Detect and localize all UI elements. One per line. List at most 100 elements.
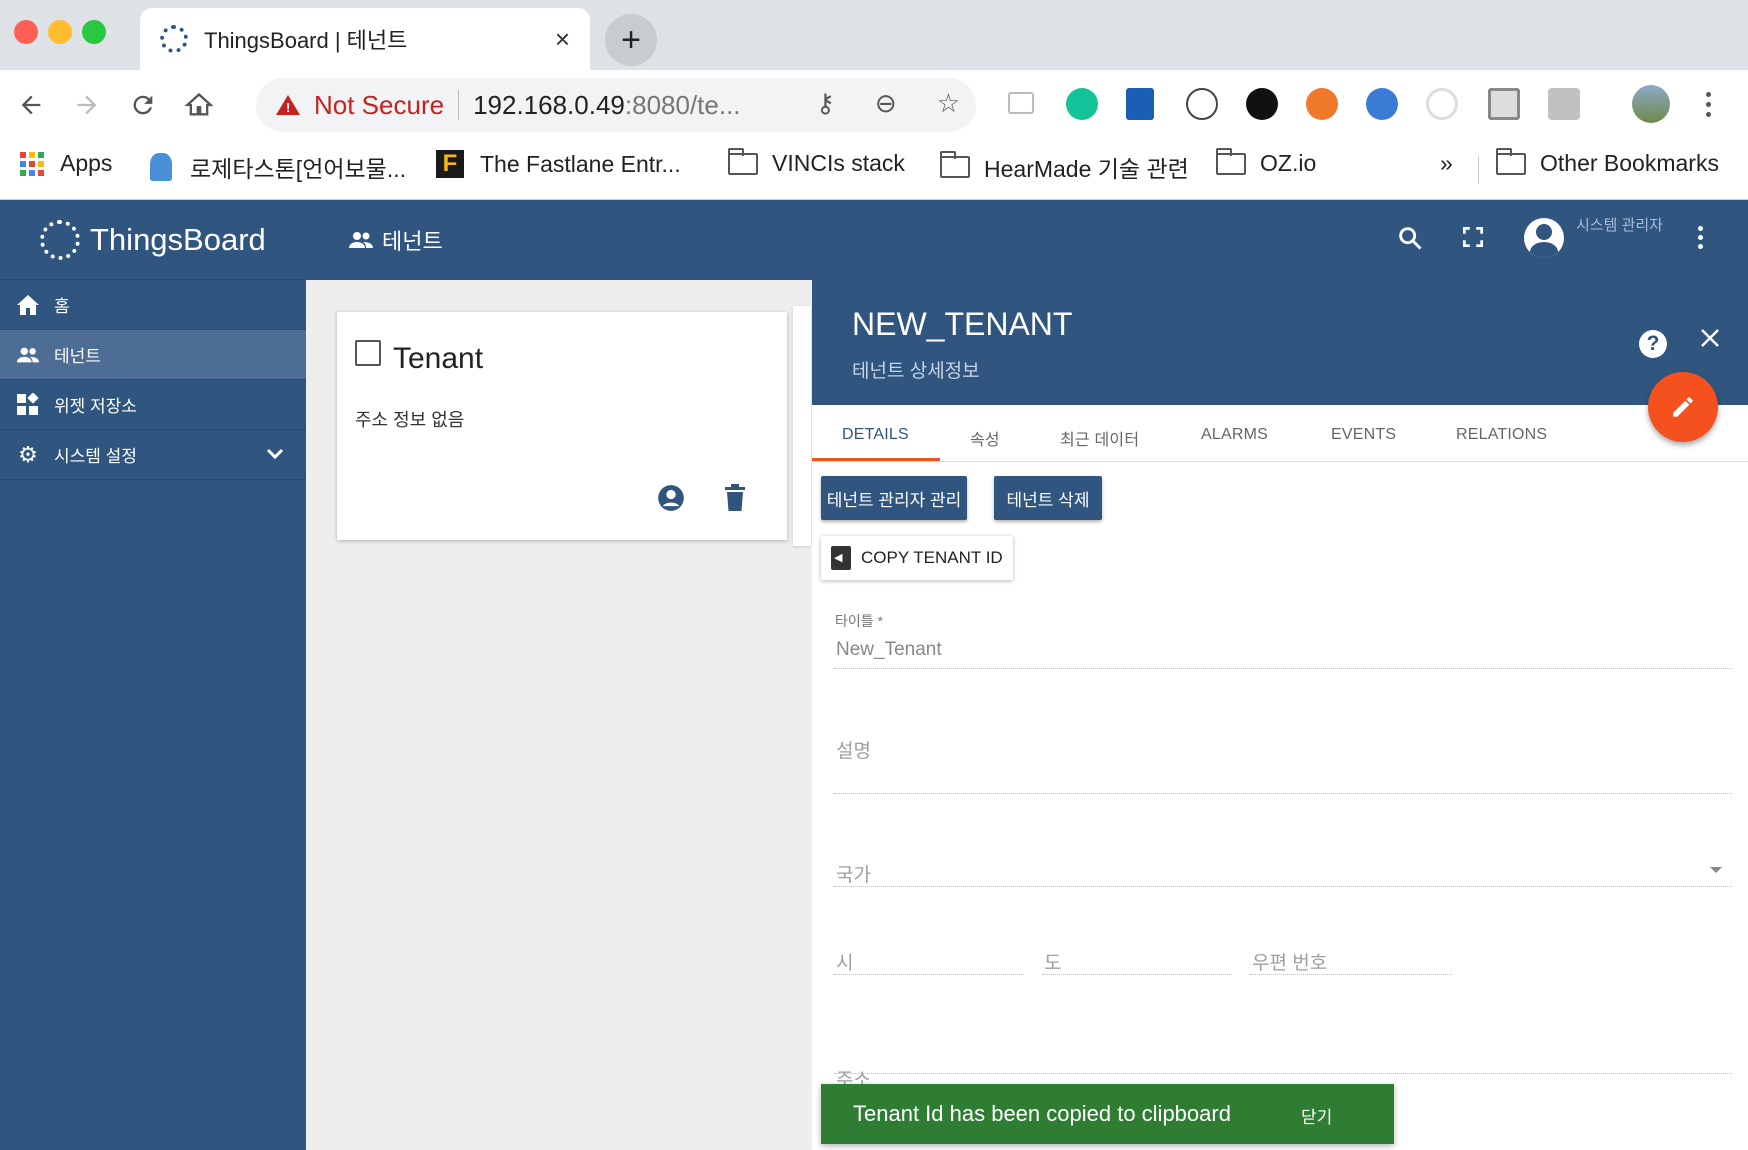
browser-tab-active[interactable]: ThingsBoard | 테넌트 ×	[140, 8, 590, 70]
profile-avatar[interactable]	[1632, 85, 1670, 123]
next-card-edge	[793, 306, 811, 546]
user-avatar-icon[interactable]	[1524, 218, 1564, 258]
bookmark-label: HearMade 기술 관련	[984, 156, 1189, 182]
bookmark-apps[interactable]: Apps	[20, 150, 112, 177]
manage-admins-icon[interactable]	[657, 484, 685, 517]
tab-relations[interactable]: RELATIONS	[1456, 426, 1547, 444]
bookmarks-overflow-button[interactable]: »	[1440, 150, 1453, 177]
state-field[interactable]	[1042, 940, 1232, 975]
thingsboard-favicon-icon	[160, 25, 188, 53]
bookmark-hearmade[interactable]: HearMade 기술 관련	[940, 150, 1189, 184]
tab-alarms[interactable]: ALARMS	[1201, 426, 1268, 444]
globe-extension-icon[interactable]	[1366, 88, 1398, 120]
url-path: :8080/te...	[624, 89, 741, 120]
bookmark-rosetta[interactable]: 로제타스톤[언어보물...	[150, 150, 406, 184]
title-bar: ThingsBoard | 테넌트 × +	[0, 0, 1748, 70]
tab-title: ThingsBoard | 테넌트	[204, 28, 408, 53]
forward-button[interactable]	[66, 84, 108, 126]
tab-attributes[interactable]: 속성	[970, 426, 1000, 450]
bookmark-fastlane[interactable]: F The Fastlane Entr...	[436, 150, 681, 178]
widgets-icon	[16, 392, 40, 416]
security-status[interactable]: Not Secure	[314, 90, 444, 121]
google-extension-icon[interactable]	[1426, 88, 1458, 120]
tag-extension-icon[interactable]	[1548, 88, 1580, 120]
home-button[interactable]	[178, 84, 220, 126]
help-icon[interactable]: ?	[1639, 330, 1667, 358]
zip-field[interactable]	[1250, 940, 1452, 975]
bookmarks-bar: Apps 로제타스톤[언어보물... F The Fastlane Entr..…	[0, 140, 1748, 200]
sidebar-item-home[interactable]: 홈	[0, 280, 306, 330]
detail-subtitle: 테넌트 상세정보	[852, 361, 980, 382]
omnibox-actions: ⚷ ⊖ ☆	[816, 88, 960, 119]
folder-icon	[1496, 147, 1526, 175]
sidebar-item-label: 위젯 저장소	[54, 397, 137, 416]
reload-button[interactable]	[122, 84, 164, 126]
close-icon[interactable]	[1698, 324, 1722, 358]
json-formatter-icon[interactable]	[1186, 88, 1218, 120]
sidebar-item-system-settings[interactable]: ⚙ 시스템 설정	[0, 430, 306, 480]
delete-tenant-button[interactable]: 테넌트 삭제	[994, 476, 1102, 520]
tab-details[interactable]: DETAILS	[842, 426, 909, 444]
new-tab-button[interactable]: +	[605, 14, 657, 66]
maximize-window-button[interactable]	[82, 20, 106, 44]
settings-icon: ⚙	[18, 441, 38, 467]
arrow-right-icon	[77, 95, 97, 115]
more-vert-icon[interactable]	[1698, 226, 1703, 249]
delete-icon[interactable]	[723, 484, 747, 517]
sidebar: ThingsBoard 홈 테넌트 위젯 저장소 ⚙ 시스템 설정	[0, 200, 306, 1150]
dropdown-arrow-icon	[1710, 867, 1722, 873]
close-window-button[interactable]	[14, 20, 38, 44]
toast-dismiss-button[interactable]: 닫기	[1301, 1103, 1332, 1128]
bookmark-label: The Fastlane Entr...	[480, 150, 681, 177]
tenant-card[interactable]: Tenant 주소 정보 없음	[337, 312, 787, 540]
browser-chrome: ThingsBoard | 테넌트 × + ! Not Secure 192.1…	[0, 0, 1748, 200]
zoom-out-icon[interactable]: ⊖	[875, 88, 897, 119]
extension-n-icon[interactable]	[1008, 92, 1034, 114]
active-tab-indicator	[812, 458, 940, 461]
star-icon[interactable]: ☆	[937, 88, 960, 119]
chrome-menu-icon[interactable]	[1706, 92, 1711, 117]
bookmarks-divider	[1478, 156, 1479, 184]
tab-close-icon[interactable]: ×	[555, 24, 570, 55]
chevron-down-icon[interactable]	[266, 443, 284, 466]
tab-latest-telemetry[interactable]: 최근 데이터	[1060, 426, 1139, 450]
minimize-window-button[interactable]	[48, 20, 72, 44]
clipboard-icon	[831, 546, 851, 570]
bookmark-label: OZ.io	[1260, 150, 1317, 176]
reload-icon	[133, 95, 153, 115]
sidebar-item-tenants[interactable]: 테넌트	[0, 330, 306, 380]
address-field[interactable]	[834, 1060, 1732, 1074]
toast-message: Tenant Id has been copied to clipboard	[853, 1101, 1231, 1126]
clock-extension-icon[interactable]	[1246, 88, 1278, 120]
tenant-detail-panel: NEW_TENANT 테넌트 상세정보 ? DETAILS 속성 최근 데이터 …	[812, 280, 1748, 1150]
user-name[interactable]: 시스템 관리자	[1576, 214, 1663, 235]
home-icon	[16, 294, 40, 316]
app-header: 테넌트 시스템 관리자	[306, 200, 1748, 280]
lifebuoy-extension-icon[interactable]	[1306, 88, 1338, 120]
other-bookmarks[interactable]: Other Bookmarks	[1496, 147, 1719, 177]
key-icon[interactable]: ⚷	[816, 88, 835, 119]
copy-tenant-id-button[interactable]: COPY TENANT ID	[821, 536, 1013, 580]
search-icon[interactable]	[1396, 224, 1424, 259]
address-bar[interactable]: ! Not Secure 192.168.0.49:8080/te... ⚷ ⊖…	[256, 78, 976, 132]
url-host: 192.168.0.49	[473, 89, 625, 120]
bookmark-vincis[interactable]: VINCIs stack	[728, 147, 905, 177]
country-select[interactable]	[834, 852, 1732, 887]
back-button[interactable]	[10, 84, 52, 126]
bookmark-ozio[interactable]: OZ.io	[1216, 147, 1317, 177]
bookmark-extension-icon[interactable]	[1126, 88, 1154, 120]
manage-tenant-admins-button[interactable]: 테넌트 관리자 관리	[821, 476, 967, 520]
brand-logo[interactable]: ThingsBoard	[0, 200, 306, 280]
sidebar-item-label: 시스템 설정	[54, 447, 137, 466]
board-extension-icon[interactable]	[1488, 88, 1520, 120]
grammarly-icon[interactable]	[1066, 88, 1098, 120]
tab-events[interactable]: EVENTS	[1331, 426, 1396, 444]
fullscreen-icon[interactable]	[1460, 224, 1486, 257]
title-field[interactable]	[834, 632, 1732, 669]
description-field[interactable]	[834, 730, 1732, 794]
tenant-select-checkbox[interactable]	[355, 340, 381, 366]
city-field[interactable]	[834, 940, 1024, 975]
people-icon	[16, 344, 40, 366]
detail-tabs: DETAILS 속성 최근 데이터 ALARMS EVENTS RELATION…	[812, 406, 1748, 462]
sidebar-item-widgets[interactable]: 위젯 저장소	[0, 380, 306, 430]
